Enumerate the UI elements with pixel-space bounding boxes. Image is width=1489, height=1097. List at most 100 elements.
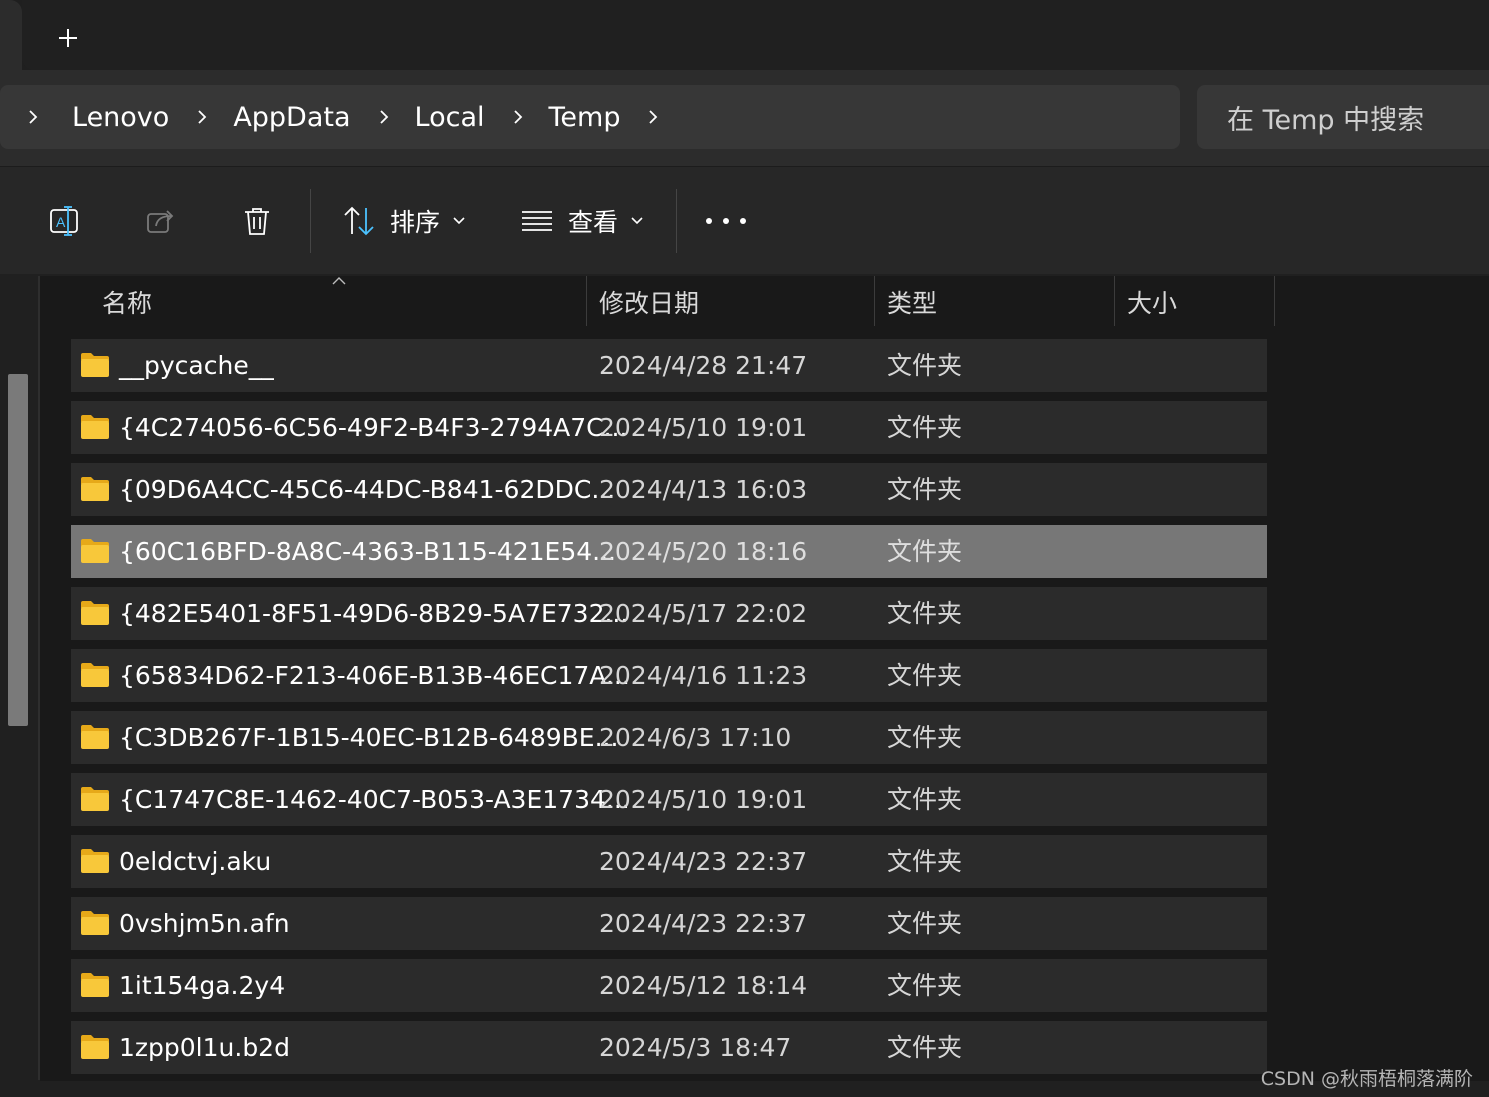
file-name: {60C16BFD-8A8C-4363-B115-421E54... xyxy=(119,537,616,566)
search-input[interactable]: 在 Temp 中搜索 xyxy=(1197,85,1489,149)
file-date: 2024/5/12 18:14 xyxy=(599,971,808,1000)
file-name: 1it154ga.2y4 xyxy=(119,971,286,1000)
file-date: 2024/4/23 22:37 xyxy=(599,847,808,876)
file-name: {C3DB267F-1B15-40EC-B12B-6489BE... xyxy=(119,723,619,752)
column-divider[interactable] xyxy=(1274,276,1275,326)
share-button[interactable] xyxy=(141,201,181,241)
file-type: 文件夹 xyxy=(887,1033,963,1062)
column-size[interactable]: 大小 xyxy=(1127,276,1177,328)
more-icon-dot xyxy=(740,218,746,224)
file-name: {4C274056-6C56-49F2-B4F3-2794A7C... xyxy=(119,413,628,442)
file-row[interactable]: {60C16BFD-8A8C-4363-B115-421E54... 2024/5… xyxy=(71,525,1267,578)
file-type: 文件夹 xyxy=(887,785,963,814)
folder-icon xyxy=(81,539,109,563)
chevron-right-icon[interactable] xyxy=(644,108,662,126)
file-row[interactable]: {C1747C8E-1462-40C7-B053-A3E1734... 2024/… xyxy=(71,773,1267,826)
file-date: 2024/4/23 22:37 xyxy=(599,909,808,938)
folder-icon xyxy=(81,911,109,935)
breadcrumb-item-lenovo[interactable]: Lenovo xyxy=(72,102,169,133)
share-icon xyxy=(147,210,174,233)
folder-icon xyxy=(81,1035,109,1059)
file-date: 2024/4/28 21:47 xyxy=(599,351,808,380)
more-icon-dot xyxy=(723,218,729,224)
command-bar: A 排序 查看 xyxy=(0,166,1489,274)
chevron-right-icon[interactable] xyxy=(509,108,527,126)
file-type: 文件夹 xyxy=(887,537,963,566)
address-area: Lenovo AppData Local Temp 在 Temp 中搜索 xyxy=(0,70,1489,166)
file-name: __pycache__ xyxy=(119,351,274,380)
chevron-right-icon[interactable] xyxy=(24,108,42,126)
folder-icon xyxy=(81,663,109,687)
column-name[interactable]: 名称 xyxy=(102,276,152,328)
file-row[interactable]: {C3DB267F-1B15-40EC-B12B-6489BE... 2024/6… xyxy=(71,711,1267,764)
file-date: 2024/6/3 17:10 xyxy=(599,723,792,752)
file-name: {482E5401-8F51-49D6-8B29-5A7E732... xyxy=(119,599,629,628)
breadcrumb-item-temp[interactable]: Temp xyxy=(549,102,621,133)
file-type: 文件夹 xyxy=(887,971,963,1000)
file-type: 文件夹 xyxy=(887,661,963,690)
toolbar-divider xyxy=(676,189,677,253)
file-date: 2024/4/16 11:23 xyxy=(599,661,808,690)
delete-button[interactable] xyxy=(237,201,277,241)
file-type: 文件夹 xyxy=(887,599,963,628)
chevron-right-icon[interactable] xyxy=(193,108,211,126)
sort-icon xyxy=(344,206,374,236)
chevron-down-icon xyxy=(631,217,643,225)
list-view-icon xyxy=(522,211,552,231)
sort-ascending-icon xyxy=(332,277,346,285)
file-date: 2024/5/17 22:02 xyxy=(599,599,808,628)
folder-icon xyxy=(81,477,109,501)
more-options-button[interactable] xyxy=(706,209,746,233)
toolbar-divider xyxy=(310,189,311,253)
file-explorer-window: Lenovo AppData Local Temp 在 Temp 中搜索 A 排… xyxy=(0,0,1489,1097)
file-name: 1zpp0l1u.b2d xyxy=(119,1033,290,1062)
file-date: 2024/5/10 19:01 xyxy=(599,413,808,442)
file-row[interactable]: 1it154ga.2y4 2024/5/12 18:14 文件夹 xyxy=(71,959,1267,1012)
rename-button[interactable]: A xyxy=(45,201,85,241)
file-row[interactable]: 0vshjm5n.afn 2024/4/23 22:37 文件夹 xyxy=(71,897,1267,950)
breadcrumb-item-appdata[interactable]: AppData xyxy=(233,102,350,133)
file-type: 文件夹 xyxy=(887,475,963,504)
file-name: {65834D62-F213-406E-B13B-46EC17A... xyxy=(119,661,630,690)
rename-icon: A xyxy=(50,206,78,236)
breadcrumb-item-local[interactable]: Local xyxy=(415,102,485,133)
column-type[interactable]: 类型 xyxy=(887,276,937,328)
file-date: 2024/5/10 19:01 xyxy=(599,785,808,814)
nav-scrollbar-thumb[interactable] xyxy=(8,374,28,726)
sort-label: 排序 xyxy=(390,208,441,237)
file-name: {C1747C8E-1462-40C7-B053-A3E1734... xyxy=(119,785,630,814)
folder-icon xyxy=(81,601,109,625)
file-row[interactable]: {482E5401-8F51-49D6-8B29-5A7E732... 2024/… xyxy=(71,587,1267,640)
folder-icon xyxy=(81,787,109,811)
file-type: 文件夹 xyxy=(887,351,963,380)
file-name: 0eldctvj.aku xyxy=(119,847,272,876)
column-divider[interactable] xyxy=(1114,276,1115,326)
file-row[interactable]: {09D6A4CC-45C6-44DC-B841-62DDC... 2024/4/… xyxy=(71,463,1267,516)
column-divider[interactable] xyxy=(874,276,875,326)
breadcrumb[interactable]: Lenovo AppData Local Temp xyxy=(0,85,1180,149)
search-placeholder: 在 Temp 中搜索 xyxy=(1227,104,1425,136)
file-row[interactable]: {4C274056-6C56-49F2-B4F3-2794A7C... 2024/… xyxy=(71,401,1267,454)
svg-text:A: A xyxy=(56,214,66,230)
file-type: 文件夹 xyxy=(887,723,963,752)
plus-icon xyxy=(59,29,77,47)
file-date: 2024/5/20 18:16 xyxy=(599,537,808,566)
watermark: CSDN @秋雨梧桐落满阶 xyxy=(1260,1068,1473,1090)
file-row[interactable]: 1zpp0l1u.b2d 2024/5/3 18:47 文件夹 xyxy=(71,1021,1267,1074)
file-type: 文件夹 xyxy=(887,413,963,442)
trash-icon xyxy=(245,208,269,235)
view-label: 查看 xyxy=(568,208,619,237)
tab-bar xyxy=(22,0,1489,70)
file-date: 2024/5/3 18:47 xyxy=(599,1033,792,1062)
sort-button[interactable]: 排序 xyxy=(342,201,466,241)
file-type: 文件夹 xyxy=(887,847,963,876)
view-button[interactable]: 查看 xyxy=(520,201,644,241)
file-row[interactable]: {65834D62-F213-406E-B13B-46EC17A... 2024/… xyxy=(71,649,1267,702)
column-date[interactable]: 修改日期 xyxy=(599,276,699,328)
column-divider[interactable] xyxy=(586,276,587,326)
chevron-right-icon[interactable] xyxy=(375,108,393,126)
file-row[interactable]: __pycache__ 2024/4/28 21:47 文件夹 xyxy=(71,339,1267,392)
folder-icon xyxy=(81,849,109,873)
file-row[interactable]: 0eldctvj.aku 2024/4/23 22:37 文件夹 xyxy=(71,835,1267,888)
new-tab-button[interactable] xyxy=(50,20,86,56)
